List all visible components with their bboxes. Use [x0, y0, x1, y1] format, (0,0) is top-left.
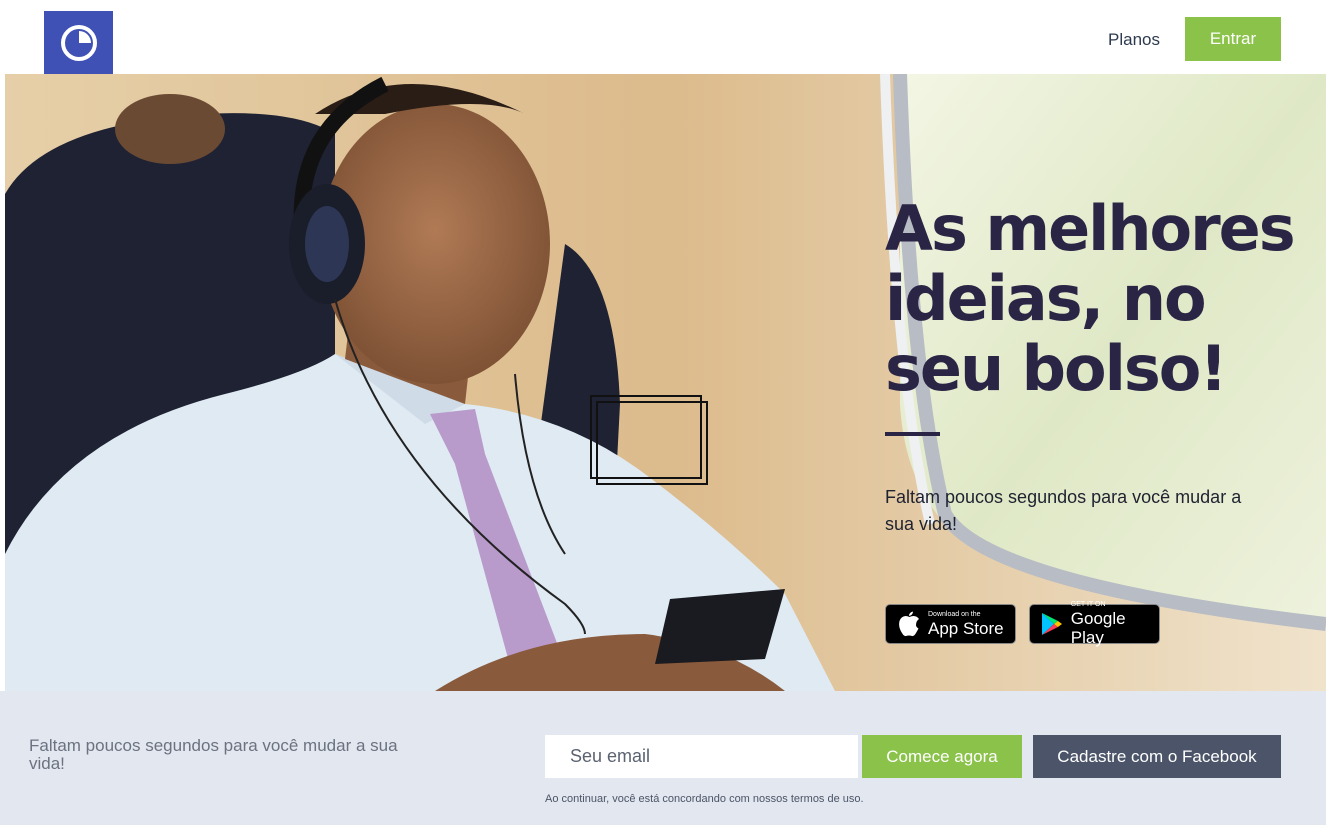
app-store-badge[interactable]: Download on the App Store — [885, 604, 1016, 644]
app-store-big-text: App Store — [928, 618, 1004, 638]
nav-planos-link[interactable]: Planos — [1108, 30, 1160, 50]
google-play-icon — [1040, 611, 1065, 637]
logo[interactable] — [44, 11, 113, 74]
google-play-badge[interactable]: GET IT ON Google Play — [1029, 601, 1160, 647]
headline-line: ideias, no — [885, 262, 1207, 335]
headline-line: seu bolso! — [885, 332, 1228, 405]
facebook-signup-button[interactable]: Cadastre com o Facebook — [1033, 735, 1281, 778]
signup-tagline: Faltam poucos segundos para você mudar a… — [29, 736, 398, 773]
google-play-small-text: GET IT ON — [1070, 601, 1106, 608]
pie-clock-icon — [60, 24, 97, 61]
app-store-small-text: Download on the — [928, 610, 981, 618]
terms-text: Ao continuar, você está concordando com … — [545, 793, 864, 805]
hero-section: As melhores ideias, no seu bolso! Faltam… — [5, 74, 1326, 691]
apple-icon — [896, 611, 922, 637]
headline-divider — [885, 432, 940, 436]
email-input[interactable] — [545, 735, 858, 778]
hero-subtitle: Faltam poucos segundos para você mudar a… — [885, 487, 1242, 534]
login-button[interactable]: Entrar — [1185, 17, 1281, 61]
headline-line: As melhores — [885, 192, 1296, 265]
google-play-big-text: Google Play — [1070, 609, 1126, 647]
top-header: Planos Entrar — [0, 0, 1326, 74]
start-now-button[interactable]: Comece agora — [862, 735, 1022, 778]
hero-headline: As melhores ideias, no seu bolso! — [885, 194, 1305, 404]
